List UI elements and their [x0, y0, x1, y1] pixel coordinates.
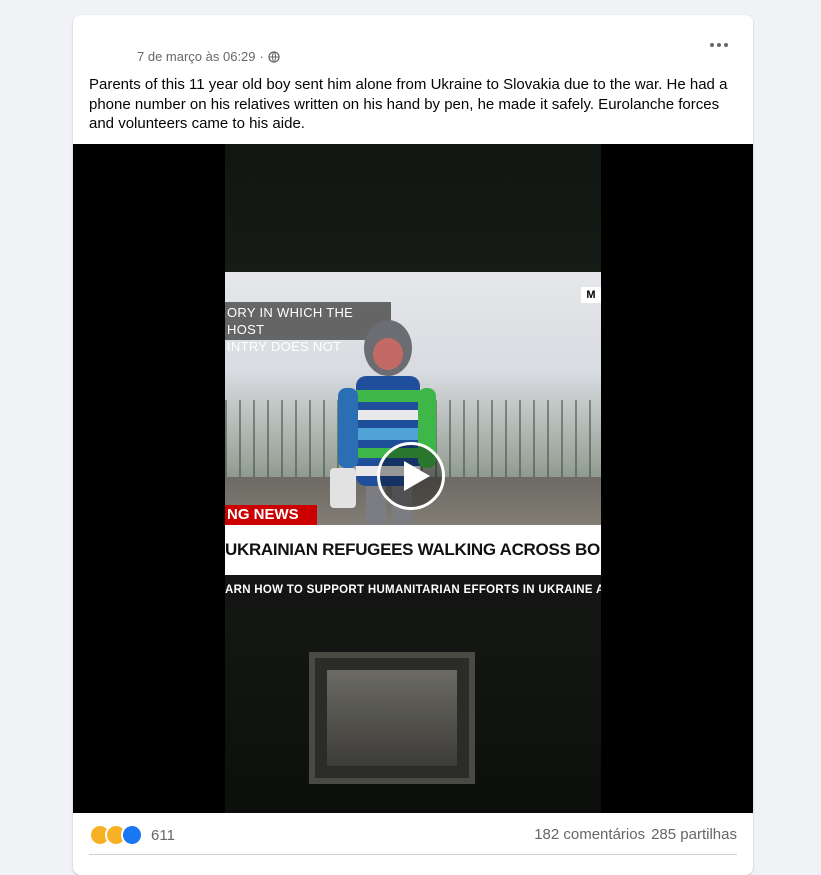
more-dot: [724, 43, 728, 47]
reactions-summary[interactable]: 611: [89, 824, 175, 846]
tv-screen: ORY IN WHICH THE HOST INTRY DOES NOT M N…: [225, 272, 601, 605]
breaking-news-label: NG NEWS: [225, 505, 317, 525]
video-player[interactable]: ORY IN WHICH THE HOST INTRY DOES NOT M N…: [73, 144, 753, 813]
shares-count[interactable]: 285 partilhas: [651, 826, 737, 843]
post-text: Parents of this 11 year old boy sent him…: [89, 76, 728, 132]
news-headline: UKRAINIAN REFUGEES WALKING ACROSS BORDER…: [225, 525, 601, 575]
reaction-count[interactable]: 611: [151, 827, 175, 844]
comments-count[interactable]: 182 comentários: [534, 826, 645, 843]
globe-icon: [268, 50, 280, 63]
engagement-stats: 182 comentários 285 partilhas: [534, 824, 737, 844]
news-ticker: ARN HOW TO SUPPORT HUMANITARIAN EFFORTS …: [225, 575, 601, 605]
like-icon: [121, 824, 143, 846]
more-dot: [710, 43, 714, 47]
post-timestamp[interactable]: 7 de março às 06:29: [137, 49, 256, 64]
footer-divider: [89, 854, 737, 855]
framed-picture-image: [327, 670, 457, 766]
meta-separator: ·: [259, 49, 264, 64]
more-options-icon[interactable]: [705, 35, 733, 55]
channel-logo: M: [581, 287, 601, 303]
more-dot: [717, 43, 721, 47]
framed-picture: [309, 652, 475, 784]
post-card: 7 de março às 06:29 · Parents of this 11…: [73, 15, 753, 875]
post-meta: 7 de março às 06:29 ·: [137, 49, 280, 64]
play-icon[interactable]: [377, 442, 445, 510]
